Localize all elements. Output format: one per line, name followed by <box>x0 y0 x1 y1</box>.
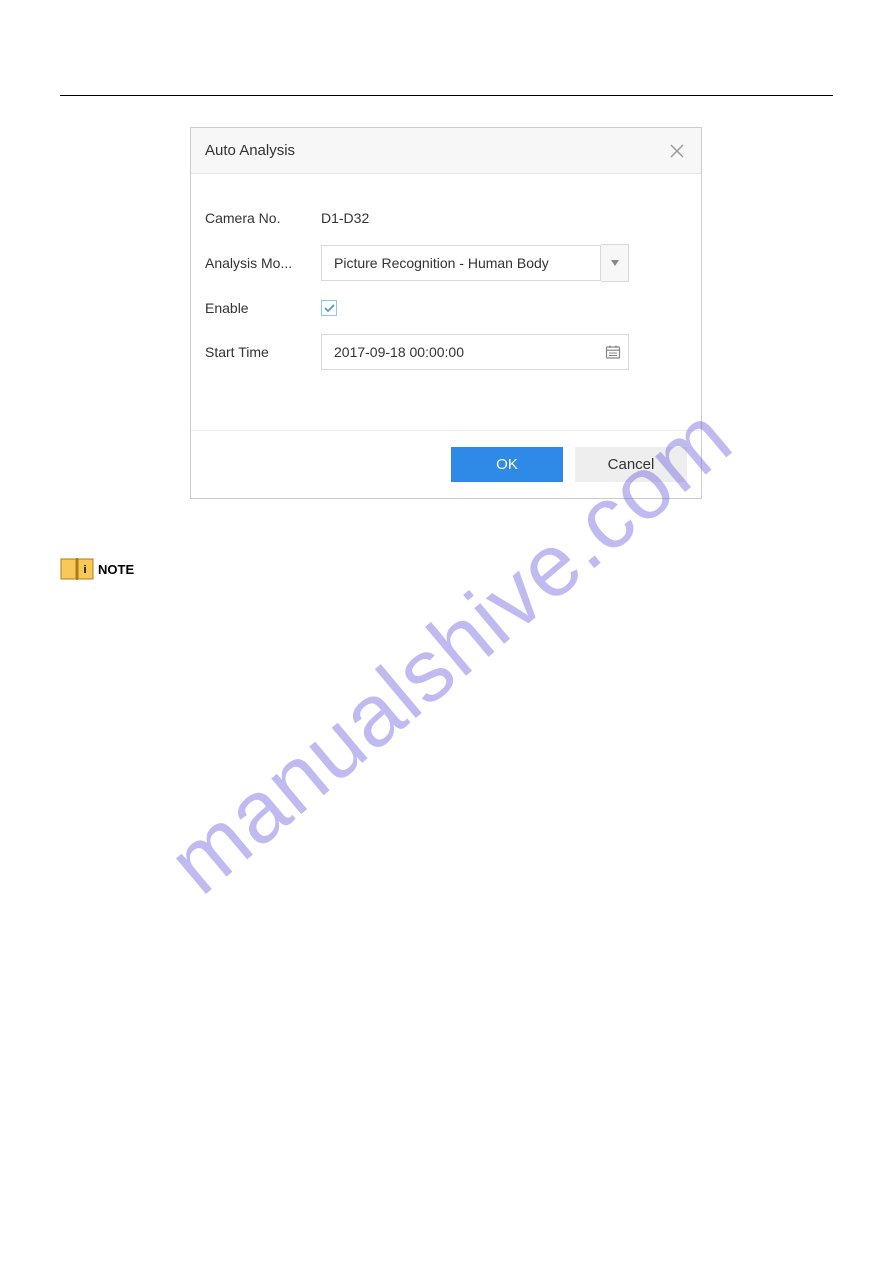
analysis-mode-select[interactable]: Picture Recognition - Human Body <box>321 244 629 282</box>
camera-no-value: D1-D32 <box>321 210 369 226</box>
start-time-input[interactable] <box>322 335 598 369</box>
start-time-row: Start Time <box>205 334 687 370</box>
start-time-label: Start Time <box>205 344 321 360</box>
note-label: NOTE <box>98 562 134 577</box>
dialog-header: Auto Analysis <box>191 128 701 174</box>
note-icon: i <box>60 556 96 582</box>
enable-row: Enable <box>205 300 687 316</box>
close-icon[interactable] <box>669 143 685 159</box>
dialog-title: Auto Analysis <box>205 142 295 159</box>
camera-no-row: Camera No. D1-D32 <box>205 210 687 226</box>
chevron-down-icon[interactable] <box>601 244 629 282</box>
page-rule <box>60 95 833 96</box>
enable-label: Enable <box>205 300 321 316</box>
camera-no-label: Camera No. <box>205 210 321 226</box>
start-time-input-wrap[interactable] <box>321 334 629 370</box>
auto-analysis-dialog: Auto Analysis Camera No. D1-D32 Analysis… <box>190 127 702 499</box>
cancel-button[interactable]: Cancel <box>575 447 687 482</box>
analysis-mode-value: Picture Recognition - Human Body <box>321 245 601 281</box>
analysis-mode-row: Analysis Mo... Picture Recognition - Hum… <box>205 244 687 282</box>
svg-text:i: i <box>83 564 86 576</box>
note-block: i NOTE <box>60 556 134 582</box>
dialog-footer: OK Cancel <box>191 430 701 498</box>
enable-checkbox[interactable] <box>321 300 337 316</box>
analysis-mode-label: Analysis Mo... <box>205 255 321 271</box>
ok-button[interactable]: OK <box>451 447 563 482</box>
calendar-icon[interactable] <box>598 344 628 360</box>
dialog-body: Camera No. D1-D32 Analysis Mo... Picture… <box>191 174 701 430</box>
